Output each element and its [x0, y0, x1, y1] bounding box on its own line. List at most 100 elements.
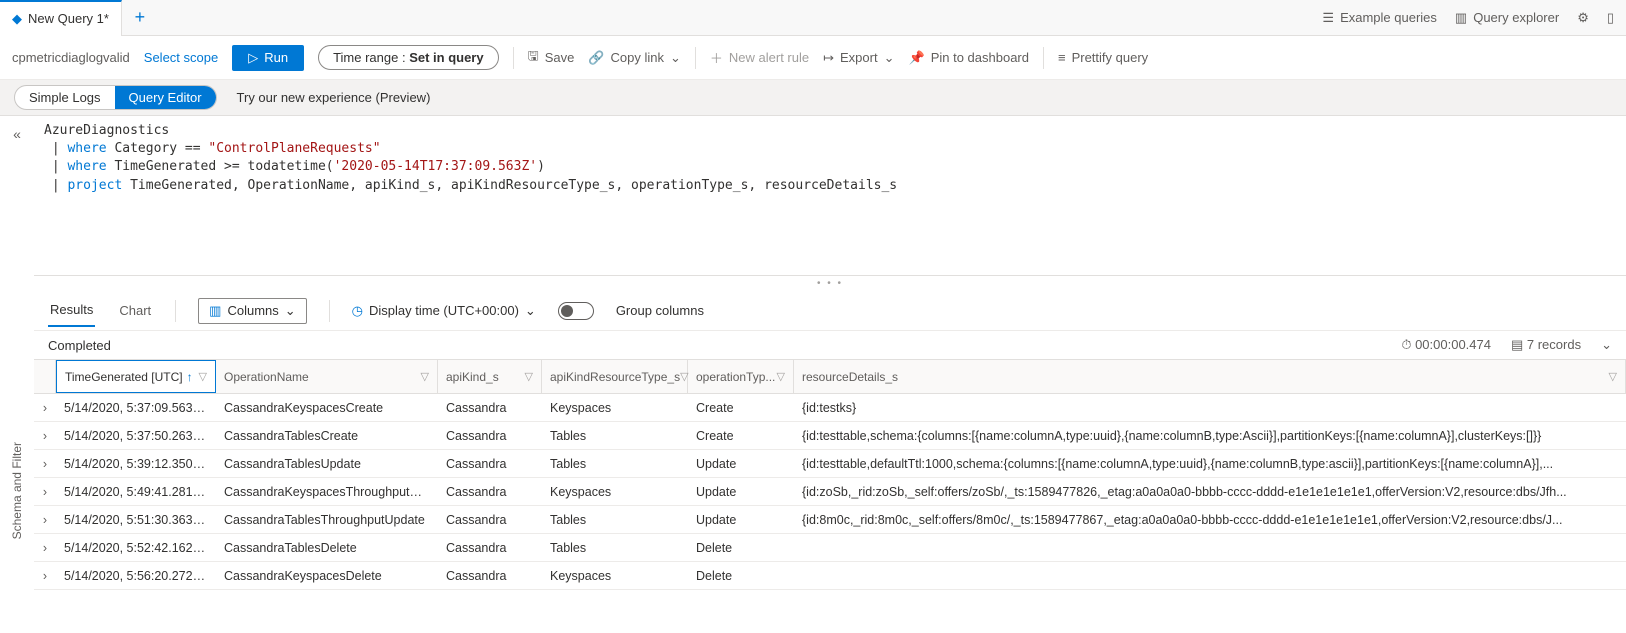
- col-operationtype[interactable]: operationTyp...▽: [688, 360, 794, 393]
- cell-operationtype: Create: [688, 429, 794, 443]
- group-columns-label: Group columns: [616, 303, 704, 318]
- status-text: Completed: [48, 338, 111, 353]
- group-columns-toggle[interactable]: [558, 302, 594, 320]
- cell-apikindresourcetype: Keyspaces: [542, 401, 688, 415]
- cell-apikindresourcetype: Tables: [542, 429, 688, 443]
- export-button[interactable]: ↦Export ⌄: [823, 50, 894, 66]
- cell-operationname: CassandraKeyspacesThroughputUpdate: [216, 485, 438, 499]
- expand-row-button[interactable]: ›: [34, 457, 56, 471]
- select-scope-link[interactable]: Select scope: [144, 50, 218, 65]
- scope-name: cpmetricdiaglogvalid: [12, 50, 130, 65]
- expand-row-button[interactable]: ›: [34, 429, 56, 443]
- toolbar: cpmetricdiaglogvalid Select scope ▷ Run …: [0, 36, 1626, 80]
- example-queries-button[interactable]: ☰ Example queries: [1322, 10, 1436, 26]
- export-icon: ↦: [823, 50, 834, 66]
- splitter-handle[interactable]: • • •: [34, 276, 1626, 291]
- tab-new-query[interactable]: ◆ New Query 1*: [0, 0, 122, 36]
- simple-logs-tab[interactable]: Simple Logs: [15, 86, 115, 109]
- cell-apikind: Cassandra: [438, 541, 542, 555]
- separator: [513, 47, 514, 69]
- gear-icon: ⚙: [1577, 10, 1589, 26]
- query-explorer-button[interactable]: ▥ Query explorer: [1455, 10, 1559, 26]
- settings-button[interactable]: ⚙: [1577, 10, 1589, 26]
- filter-icon: ▽: [1609, 370, 1617, 383]
- prettify-button[interactable]: ≡Prettify query: [1058, 50, 1148, 65]
- link-icon: 🔗: [588, 50, 604, 66]
- tab-bar: ◆ New Query 1* + ☰ Example queries ▥ Que…: [0, 0, 1626, 36]
- expand-row-button[interactable]: ›: [34, 513, 56, 527]
- explorer-icon: ▥: [1455, 10, 1467, 26]
- filter-icon: ▽: [421, 370, 429, 383]
- columns-button[interactable]: ▥ Columns ⌄: [198, 298, 307, 324]
- columns-icon: ▥: [209, 303, 221, 319]
- cell-operationtype: Delete: [688, 569, 794, 583]
- chevron-down-icon: ⌄: [884, 50, 895, 66]
- results-grid: TimeGenerated [UTC]↑▽ OperationName▽ api…: [34, 359, 1626, 590]
- cell-operationtype: Delete: [688, 541, 794, 555]
- table-row[interactable]: ›5/14/2020, 5:37:09.563 PMCassandraKeysp…: [34, 394, 1626, 422]
- cell-apikindresourcetype: Tables: [542, 457, 688, 471]
- new-alert-button[interactable]: ＋New alert rule: [710, 48, 809, 67]
- preview-link[interactable]: Try our new experience (Preview): [237, 90, 431, 105]
- mode-toggle: Simple Logs Query Editor: [14, 85, 217, 110]
- time-range-selector[interactable]: Time range : Set in query: [318, 45, 499, 70]
- expand-row-button[interactable]: ›: [34, 541, 56, 555]
- display-time-selector[interactable]: ◷ Display time (UTC+00:00) ⌄: [352, 303, 536, 319]
- table-row[interactable]: ›5/14/2020, 5:37:50.263 PMCassandraTable…: [34, 422, 1626, 450]
- plus-icon: ＋: [710, 48, 723, 67]
- col-operationname[interactable]: OperationName▽: [216, 360, 438, 393]
- cell-operationname: CassandraKeyspacesDelete: [216, 569, 438, 583]
- table-row[interactable]: ›5/14/2020, 5:39:12.350 PMCassandraTable…: [34, 450, 1626, 478]
- expand-row-button[interactable]: ›: [34, 401, 56, 415]
- side-panel-collapsed: « Schema and Filter: [0, 116, 34, 590]
- cell-apikind: Cassandra: [438, 569, 542, 583]
- expand-panel-button[interactable]: «: [13, 126, 21, 142]
- table-row[interactable]: ›5/14/2020, 5:56:20.272 PMCassandraKeysp…: [34, 562, 1626, 590]
- pin-button[interactable]: 📌Pin to dashboard: [909, 50, 1029, 66]
- format-icon: ≡: [1058, 50, 1066, 65]
- chevron-down-icon: ⌄: [285, 303, 296, 319]
- collapse-results-button[interactable]: ⌄: [1601, 337, 1612, 353]
- expand-row-button[interactable]: ›: [34, 485, 56, 499]
- chevron-down-icon: ⌄: [525, 303, 536, 319]
- table-row[interactable]: ›5/14/2020, 5:49:41.281 PMCassandraKeysp…: [34, 478, 1626, 506]
- add-tab-button[interactable]: +: [122, 7, 158, 28]
- list-icon: ☰: [1322, 10, 1334, 26]
- tab-icon: ◆: [12, 11, 22, 27]
- cell-apikind: Cassandra: [438, 457, 542, 471]
- cell-operationname: CassandraTablesDelete: [216, 541, 438, 555]
- cell-apikind: Cassandra: [438, 429, 542, 443]
- side-panel-label[interactable]: Schema and Filter: [10, 442, 24, 539]
- separator: [1043, 47, 1044, 69]
- separator: [695, 47, 696, 69]
- cell-timegenerated: 5/14/2020, 5:56:20.272 PM: [56, 569, 216, 583]
- save-icon: 🖫: [528, 47, 539, 69]
- table-row[interactable]: ›5/14/2020, 5:52:42.162 PMCassandraTable…: [34, 534, 1626, 562]
- panel-toggle-button[interactable]: ▯: [1607, 10, 1614, 26]
- query-editor[interactable]: AzureDiagnostics | where Category == "Co…: [34, 116, 1626, 276]
- duration-label: ⏱ 00:00:00.474: [1401, 337, 1491, 353]
- save-button[interactable]: 🖫Save: [528, 47, 575, 69]
- clock-icon: ◷: [352, 303, 363, 319]
- col-timegenerated[interactable]: TimeGenerated [UTC]↑▽: [56, 360, 216, 393]
- tab-chart[interactable]: Chart: [117, 295, 153, 326]
- records-icon: ▤: [1511, 337, 1527, 352]
- expand-row-button[interactable]: ›: [34, 569, 56, 583]
- separator: [329, 300, 330, 322]
- panel-icon: ▯: [1607, 10, 1614, 26]
- copy-link-button[interactable]: 🔗Copy link ⌄: [588, 50, 681, 66]
- cell-timegenerated: 5/14/2020, 5:49:41.281 PM: [56, 485, 216, 499]
- col-resourcedetails[interactable]: resourceDetails_s▽: [794, 360, 1626, 393]
- query-editor-tab[interactable]: Query Editor: [115, 86, 216, 109]
- run-button[interactable]: ▷ Run: [232, 45, 304, 71]
- cell-operationname: CassandraKeyspacesCreate: [216, 401, 438, 415]
- cell-operationname: CassandraTablesThroughputUpdate: [216, 513, 438, 527]
- table-row[interactable]: ›5/14/2020, 5:51:30.363 PMCassandraTable…: [34, 506, 1626, 534]
- col-apikindresourcetype[interactable]: apiKindResourceType_s▽: [542, 360, 688, 393]
- cell-operationname: CassandraTablesCreate: [216, 429, 438, 443]
- cell-resourcedetails: {id:zoSb,_rid:zoSb,_self:offers/zoSb/,_t…: [794, 485, 1626, 499]
- tab-results[interactable]: Results: [48, 294, 95, 327]
- separator: [175, 300, 176, 322]
- cell-operationtype: Update: [688, 513, 794, 527]
- col-apikind[interactable]: apiKind_s▽: [438, 360, 542, 393]
